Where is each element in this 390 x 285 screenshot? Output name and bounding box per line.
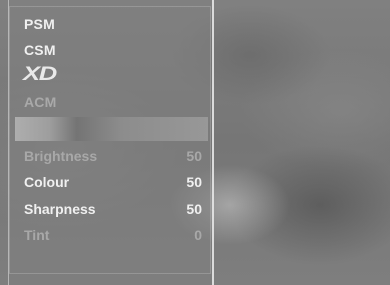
- menu-item-csm[interactable]: CSM: [24, 42, 56, 58]
- menu-item-acm[interactable]: ACM: [24, 94, 56, 110]
- menu-selection-bar[interactable]: [15, 117, 208, 141]
- menu-item-xd-logo[interactable]: XD: [23, 64, 57, 86]
- setting-value: 50: [186, 201, 202, 217]
- setting-label: Colour: [24, 174, 70, 190]
- menu-divider-line: [212, 0, 214, 285]
- setting-value: 0: [194, 227, 202, 243]
- setting-value: 50: [186, 148, 202, 164]
- menu-item-psm[interactable]: PSM: [24, 16, 55, 32]
- setting-label: Brightness: [24, 148, 98, 164]
- setting-value: 50: [186, 174, 202, 190]
- setting-label: Sharpness: [24, 201, 96, 217]
- setting-row-sharpness[interactable]: Sharpness 50: [24, 201, 202, 221]
- setting-label: Tint: [24, 227, 50, 243]
- setting-row-colour[interactable]: Colour 50: [24, 174, 202, 194]
- setting-row-tint[interactable]: Tint 0: [24, 227, 202, 247]
- setting-row-brightness[interactable]: Brightness 50: [24, 148, 202, 168]
